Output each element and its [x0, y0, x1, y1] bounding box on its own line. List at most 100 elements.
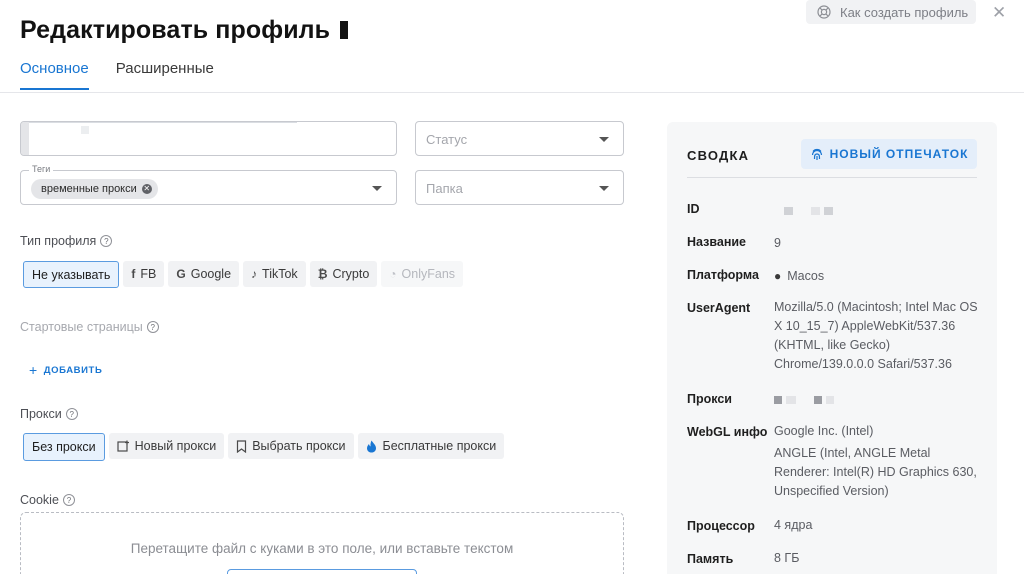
summary-value-id [774, 201, 984, 220]
profile-type-onlyfans-label: OnlyFans [401, 267, 456, 281]
tiktok-icon: ♪ [251, 267, 258, 281]
summary-title: СВОДКА [687, 148, 750, 163]
summary-panel: СВОДКА НОВЫЙ ОТПЕЧАТОК ID Название 9 Пла… [667, 122, 997, 574]
facebook-icon: f [131, 267, 136, 281]
profile-type-tiktok[interactable]: ♪ TikTok [243, 261, 306, 287]
help-question-icon[interactable]: ? [62, 494, 75, 506]
redacted-mask [826, 395, 834, 404]
folder-select[interactable]: Папка [415, 170, 624, 205]
help-question-icon[interactable]: ? [65, 408, 78, 420]
help-button[interactable]: Как создать профиль [806, 0, 976, 24]
name-redacted-line [29, 122, 297, 123]
bookmark-icon [237, 439, 247, 453]
bitcoin-icon: ₿ [317, 267, 328, 281]
folder-placeholder: Папка [426, 181, 463, 196]
status-placeholder: Статус [426, 132, 468, 147]
summary-label-cpu: Процессор [687, 519, 755, 533]
summary-value-webgl-vendor: Google Inc. (Intel) [774, 424, 874, 438]
profile-type-label: Тип профиля? [20, 234, 113, 248]
cookie-text: Cookie [20, 493, 59, 507]
profile-type-onlyfans: ◔ OnlyFans [381, 261, 464, 287]
proxy-none-label: Без прокси [32, 440, 96, 454]
profile-type-none[interactable]: Не указывать [23, 261, 120, 288]
redacted-mask [774, 395, 782, 404]
proxy-new[interactable]: Новый прокси [108, 433, 225, 459]
profile-name-input[interactable] [20, 121, 397, 156]
start-pages-text: Стартовые страницы [20, 320, 143, 334]
new-proxy-icon [117, 440, 129, 452]
help-circle-icon [817, 5, 831, 19]
proxy-select[interactable]: Выбрать прокси [228, 433, 354, 459]
summary-value-cpu: 4 ядра [774, 518, 813, 532]
summary-label-webgl: WebGL инфо [687, 425, 768, 439]
help-question-icon[interactable]: ? [146, 321, 159, 333]
add-label: ДОБАВИТЬ [43, 364, 103, 376]
flame-icon [366, 440, 376, 452]
tab-bar: Основное Расширенные [20, 60, 241, 90]
summary-divider [687, 177, 977, 178]
summary-value-webgl-renderer: ANGLE (Intel, ANGLE Metal Renderer: Inte… [774, 446, 977, 498]
profile-type-tiktok-label: TikTok [262, 267, 298, 281]
redacted-mask [811, 206, 820, 215]
cookie-dropzone[interactable]: Перетащите файл с куками в это поле, или… [20, 512, 624, 574]
summary-value-platform: ● Macos [774, 267, 984, 286]
help-question-icon[interactable]: ? [100, 235, 113, 247]
dropzone-upload-button[interactable] [227, 569, 417, 574]
proxy-segment: Без прокси Новый прокси Выбрать прокси Б… [23, 433, 508, 461]
chevron-down-icon [599, 186, 609, 191]
proxy-none[interactable]: Без прокси [23, 433, 105, 461]
tags-input[interactable]: Теги временные прокси ✕ [20, 164, 397, 205]
chevron-down-icon[interactable] [372, 186, 382, 191]
page-title-text: Редактировать профиль [20, 16, 331, 44]
fingerprint-icon [811, 148, 822, 160]
redacted-mask [824, 206, 833, 215]
proxy-free[interactable]: Бесплатные прокси [357, 433, 505, 459]
summary-value-memory: 8 ГБ [774, 551, 800, 565]
tag-chip[interactable]: временные прокси ✕ [31, 179, 158, 199]
summary-label-name: Название [687, 235, 747, 249]
profile-type-fb-label: FB [140, 267, 157, 281]
dropzone-text: Перетащите файл с куками в это поле, или… [130, 541, 514, 556]
tab-main[interactable]: Основное [20, 60, 89, 90]
summary-value-useragent: Mozilla/5.0 (Macintosh; Intel Mac OS X 1… [774, 300, 978, 371]
profile-type-crypto-label: Crypto [332, 267, 370, 281]
profile-type-crypto[interactable]: ₿ Crypto [309, 261, 378, 287]
name-redacted-block [21, 122, 29, 155]
close-icon[interactable]: ✕ [992, 3, 1006, 23]
summary-label-id: ID [687, 202, 700, 216]
proxy-label: Прокси? [20, 407, 78, 421]
status-select[interactable]: Статус [415, 121, 624, 156]
summary-label-proxy: Прокси [687, 392, 732, 406]
profile-type-google[interactable]: G Google [168, 261, 240, 287]
profile-type-none-label: Не указывать [32, 267, 111, 282]
redacted-mask [814, 395, 822, 404]
google-icon: G [176, 267, 186, 281]
tags-label: Теги [29, 164, 54, 174]
proxy-select-label: Выбрать прокси [252, 439, 346, 453]
cookie-label: Cookie? [20, 493, 75, 507]
proxy-new-label: Новый прокси [134, 439, 217, 453]
redacted-mask [784, 206, 793, 215]
summary-label-useragent: UserAgent [687, 301, 751, 315]
new-fingerprint-label: НОВЫЙ ОТПЕЧАТОК [829, 147, 969, 161]
proxy-text: Прокси [20, 407, 62, 421]
profile-type-text: Тип профиля [20, 234, 97, 248]
summary-label-memory: Память [687, 552, 734, 566]
chevron-down-icon [599, 137, 609, 142]
profile-type-segment: Не указывать f FB G Google ♪ TikTok ₿ Crypto… [23, 261, 467, 288]
summary-value-platform-text: Macos [787, 269, 825, 283]
page-title: Редактировать профиль [20, 16, 349, 45]
summary-value-name: 9 [774, 236, 781, 250]
help-button-label: Как создать профиль [840, 4, 969, 20]
profile-type-google-label: Google [190, 267, 232, 281]
onlyfans-icon: ◔ [389, 267, 397, 281]
remove-tag-icon[interactable]: ✕ [141, 184, 152, 194]
summary-value-proxy [774, 390, 984, 409]
profile-type-fb[interactable]: f FB [123, 261, 165, 287]
add-start-page-button[interactable]: + ДОБАВИТЬ [29, 362, 102, 378]
redacted-mask [786, 395, 796, 404]
new-fingerprint-button[interactable]: НОВЫЙ ОТПЕЧАТОК [801, 139, 977, 169]
start-pages-label: Стартовые страницы? [20, 320, 159, 334]
tab-advanced[interactable]: Расширенные [116, 60, 214, 90]
text-cursor [340, 21, 349, 39]
